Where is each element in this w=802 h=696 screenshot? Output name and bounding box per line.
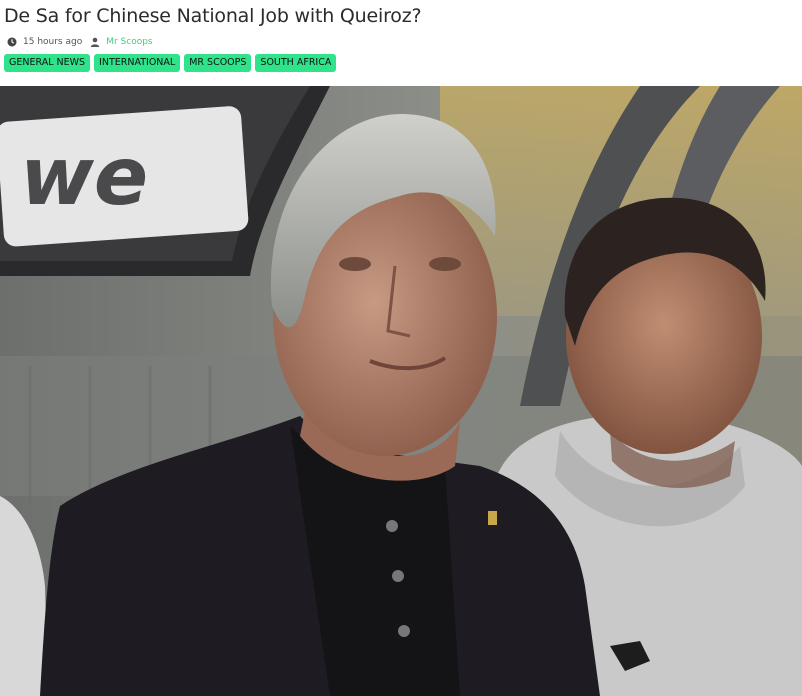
- author-link[interactable]: Mr Scoops: [106, 37, 152, 47]
- tag-mr-scoops[interactable]: MR SCOOPS: [184, 54, 252, 72]
- article-meta: 15 hours ago Mr Scoops: [7, 36, 153, 48]
- featured-image: we: [0, 86, 802, 696]
- featured-photo: we: [0, 86, 802, 696]
- clock-icon: [7, 37, 17, 47]
- tag-international[interactable]: INTERNATIONAL: [94, 54, 181, 72]
- tag-south-africa[interactable]: SOUTH AFRICA: [255, 54, 337, 72]
- tag-general-news[interactable]: GENERAL NEWS: [4, 54, 91, 72]
- post-time: 15 hours ago: [23, 37, 83, 47]
- user-icon: [91, 37, 100, 47]
- tag-list: GENERAL NEWS INTERNATIONAL MR SCOOPS SOU…: [4, 54, 337, 72]
- article-header: De Sa for Chinese National Job with Quei…: [0, 0, 802, 86]
- article-title[interactable]: De Sa for Chinese National Job with Quei…: [4, 5, 422, 27]
- sign-text: we: [20, 130, 148, 223]
